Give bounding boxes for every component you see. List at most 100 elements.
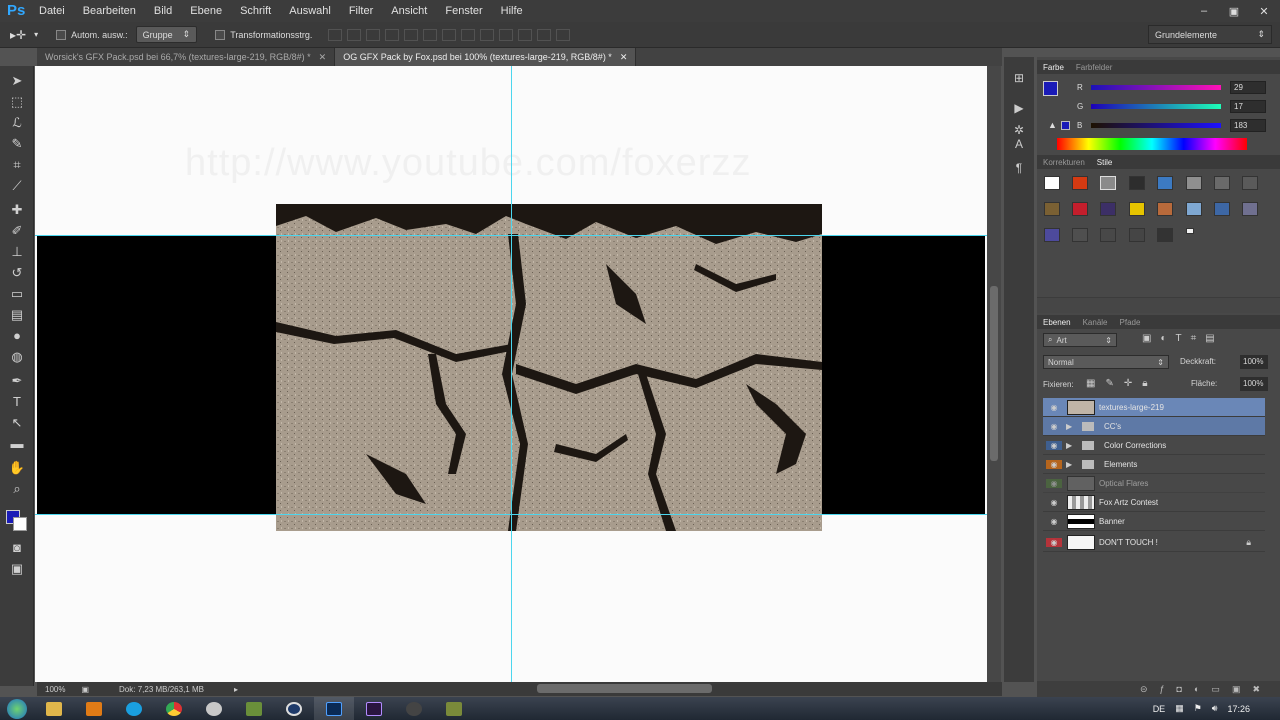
background-color-swatch[interactable] bbox=[13, 517, 27, 531]
style-swatch[interactable] bbox=[1072, 176, 1088, 190]
menu-ansicht[interactable]: Ansicht bbox=[382, 0, 436, 22]
align-hcenter-icon[interactable] bbox=[404, 28, 419, 41]
tool-preset-dropdown[interactable]: ▾ bbox=[34, 30, 38, 39]
layer-row[interactable]: ◉ ▶ CC's bbox=[1043, 417, 1265, 436]
channel-g-slider[interactable] bbox=[1091, 104, 1221, 109]
layer-row[interactable]: ◉ Optical Flares bbox=[1043, 474, 1265, 493]
distribute-vcenter-icon[interactable] bbox=[461, 28, 476, 41]
tab-pfade[interactable]: Pfade bbox=[1114, 318, 1147, 327]
eye-icon[interactable]: ◉ bbox=[1046, 422, 1062, 431]
photoshop-taskbar-icon[interactable] bbox=[314, 697, 354, 720]
minecraft-taskbar-icon[interactable] bbox=[234, 697, 274, 720]
menu-hilfe[interactable]: Hilfe bbox=[492, 0, 532, 22]
brush-tool-icon[interactable]: ✐ bbox=[6, 222, 28, 240]
eye-icon[interactable]: ◉ bbox=[1046, 537, 1062, 547]
steam-taskbar-icon[interactable] bbox=[194, 697, 234, 720]
menu-fenster[interactable]: Fenster bbox=[436, 0, 491, 22]
channel-r-slider[interactable] bbox=[1091, 85, 1221, 90]
language-indicator[interactable]: DE bbox=[1153, 704, 1166, 714]
tab-worsicks-gfx-pack[interactable]: Worsick's GFX Pack.psd bei 66,7% (textur… bbox=[37, 48, 336, 66]
style-swatch[interactable] bbox=[1242, 176, 1258, 190]
eye-icon[interactable]: ◉ bbox=[1046, 498, 1062, 507]
actions-icon[interactable]: ▶ bbox=[1012, 101, 1026, 115]
distribute-top-icon[interactable] bbox=[442, 28, 457, 41]
clone-stamp-tool-icon[interactable]: ⊥ bbox=[6, 243, 28, 261]
filter-pixel-icon[interactable]: ▣ bbox=[1142, 333, 1151, 344]
style-swatch[interactable] bbox=[1186, 228, 1194, 234]
volume-icon[interactable]: 🔊︎ bbox=[1212, 703, 1218, 714]
skype-taskbar-icon[interactable] bbox=[114, 697, 154, 720]
style-swatch[interactable] bbox=[1129, 176, 1145, 190]
scrollbar-thumb[interactable] bbox=[990, 286, 998, 461]
opacity-input[interactable]: 100% bbox=[1240, 355, 1268, 369]
quick-mask-icon[interactable]: ◙ bbox=[6, 539, 28, 557]
healing-brush-tool-icon[interactable]: ✚ bbox=[6, 201, 28, 219]
tab-ebenen[interactable]: Ebenen bbox=[1037, 318, 1077, 327]
channel-r-value[interactable]: 29 bbox=[1230, 81, 1266, 94]
new-group-icon[interactable]: ▭ bbox=[1211, 684, 1220, 695]
style-swatch[interactable] bbox=[1072, 202, 1088, 216]
horizontal-scrollbar-thumb[interactable] bbox=[537, 684, 712, 693]
path-select-tool-icon[interactable]: ↖ bbox=[6, 414, 28, 432]
eye-icon[interactable]: ◉ bbox=[1046, 517, 1062, 526]
style-swatch[interactable] bbox=[1100, 176, 1116, 190]
filter-type-icon[interactable]: T bbox=[1176, 333, 1182, 344]
auto-select-dropdown[interactable]: Gruppe ⇕ bbox=[135, 26, 198, 43]
history-brush-tool-icon[interactable]: ↺ bbox=[6, 264, 28, 282]
align-bottom-icon[interactable] bbox=[366, 28, 381, 41]
trash-icon[interactable]: ✖ bbox=[1252, 684, 1260, 695]
minimize-button[interactable]: – bbox=[1196, 5, 1212, 17]
color-spectrum-ramp[interactable] bbox=[1057, 138, 1247, 150]
style-swatch[interactable] bbox=[1214, 176, 1230, 190]
style-swatch[interactable] bbox=[1044, 202, 1060, 216]
dodge-tool-icon[interactable]: ◍ bbox=[6, 348, 28, 366]
layer-row[interactable]: ◉ Fox Artz Contest bbox=[1043, 493, 1265, 512]
align-left-icon[interactable] bbox=[385, 28, 400, 41]
add-mask-icon[interactable]: ◘ bbox=[1177, 684, 1182, 694]
menu-ebene[interactable]: Ebene bbox=[181, 0, 231, 22]
distribute-hcenter-icon[interactable] bbox=[518, 28, 533, 41]
character-icon[interactable]: A bbox=[1012, 137, 1026, 151]
style-swatch[interactable] bbox=[1214, 202, 1230, 216]
auto-align-icon[interactable] bbox=[556, 28, 571, 41]
tab-korrekturen[interactable]: Korrekturen bbox=[1037, 158, 1091, 167]
layer-filter-dropdown[interactable]: ⌕ Art ⇕ bbox=[1043, 333, 1117, 347]
quick-select-tool-icon[interactable]: ✎ bbox=[6, 135, 28, 153]
move-tool-icon[interactable]: ▸✛ bbox=[10, 28, 26, 42]
lock-transparent-icon[interactable]: ▦ bbox=[1086, 378, 1095, 389]
tab-farbfelder[interactable]: Farbfelder bbox=[1070, 63, 1118, 72]
cracked-texture-image[interactable] bbox=[276, 204, 822, 531]
link-layers-icon[interactable]: ⊝ bbox=[1140, 684, 1148, 695]
lock-position-icon[interactable]: ✛ bbox=[1124, 378, 1132, 389]
menu-auswahl[interactable]: Auswahl bbox=[280, 0, 340, 22]
flag-icon[interactable]: ⚑ bbox=[1194, 703, 1202, 714]
close-button[interactable]: ✕ bbox=[1256, 5, 1272, 18]
style-swatch[interactable] bbox=[1100, 228, 1116, 242]
history-icon[interactable]: ⊞ bbox=[1012, 71, 1026, 85]
hand-tool-icon[interactable]: ✋ bbox=[6, 459, 28, 477]
app-taskbar-icon[interactable] bbox=[434, 697, 474, 720]
tab-og-gfx-pack[interactable]: OG GFX Pack by Fox.psd bei 100% (texture… bbox=[335, 48, 637, 66]
menu-schrift[interactable]: Schrift bbox=[231, 0, 280, 22]
menu-bild[interactable]: Bild bbox=[145, 0, 181, 22]
style-swatch[interactable] bbox=[1100, 202, 1116, 216]
zoom-level[interactable]: 100% bbox=[45, 685, 65, 694]
filter-shape-icon[interactable]: ⌗ bbox=[1191, 333, 1197, 344]
expand-arrow-icon[interactable]: ▶ bbox=[1066, 441, 1076, 450]
style-swatch[interactable] bbox=[1157, 228, 1173, 242]
network-icon[interactable]: ▦ bbox=[1175, 703, 1184, 714]
transform-controls-checkbox[interactable] bbox=[215, 29, 226, 40]
workspace-dropdown[interactable]: Grundelemente ⇕ bbox=[1148, 25, 1272, 44]
vertical-guide[interactable] bbox=[511, 66, 512, 682]
style-swatch[interactable] bbox=[1072, 228, 1088, 242]
horizontal-guide-top[interactable] bbox=[35, 235, 987, 236]
style-swatch[interactable] bbox=[1186, 176, 1202, 190]
channel-b-value[interactable]: 183 bbox=[1230, 119, 1266, 132]
clock[interactable]: 17:26 bbox=[1227, 704, 1250, 714]
move-tool-icon[interactable]: ➤ bbox=[6, 72, 28, 90]
filter-adjustment-icon[interactable]: ◐ bbox=[1160, 333, 1166, 344]
expand-arrow-icon[interactable]: ▶ bbox=[1066, 422, 1076, 431]
horizontal-guide-bottom[interactable] bbox=[35, 514, 987, 515]
layer-row[interactable]: ◉ ▶ Elements bbox=[1043, 455, 1265, 474]
menu-datei[interactable]: Datei bbox=[30, 0, 74, 22]
